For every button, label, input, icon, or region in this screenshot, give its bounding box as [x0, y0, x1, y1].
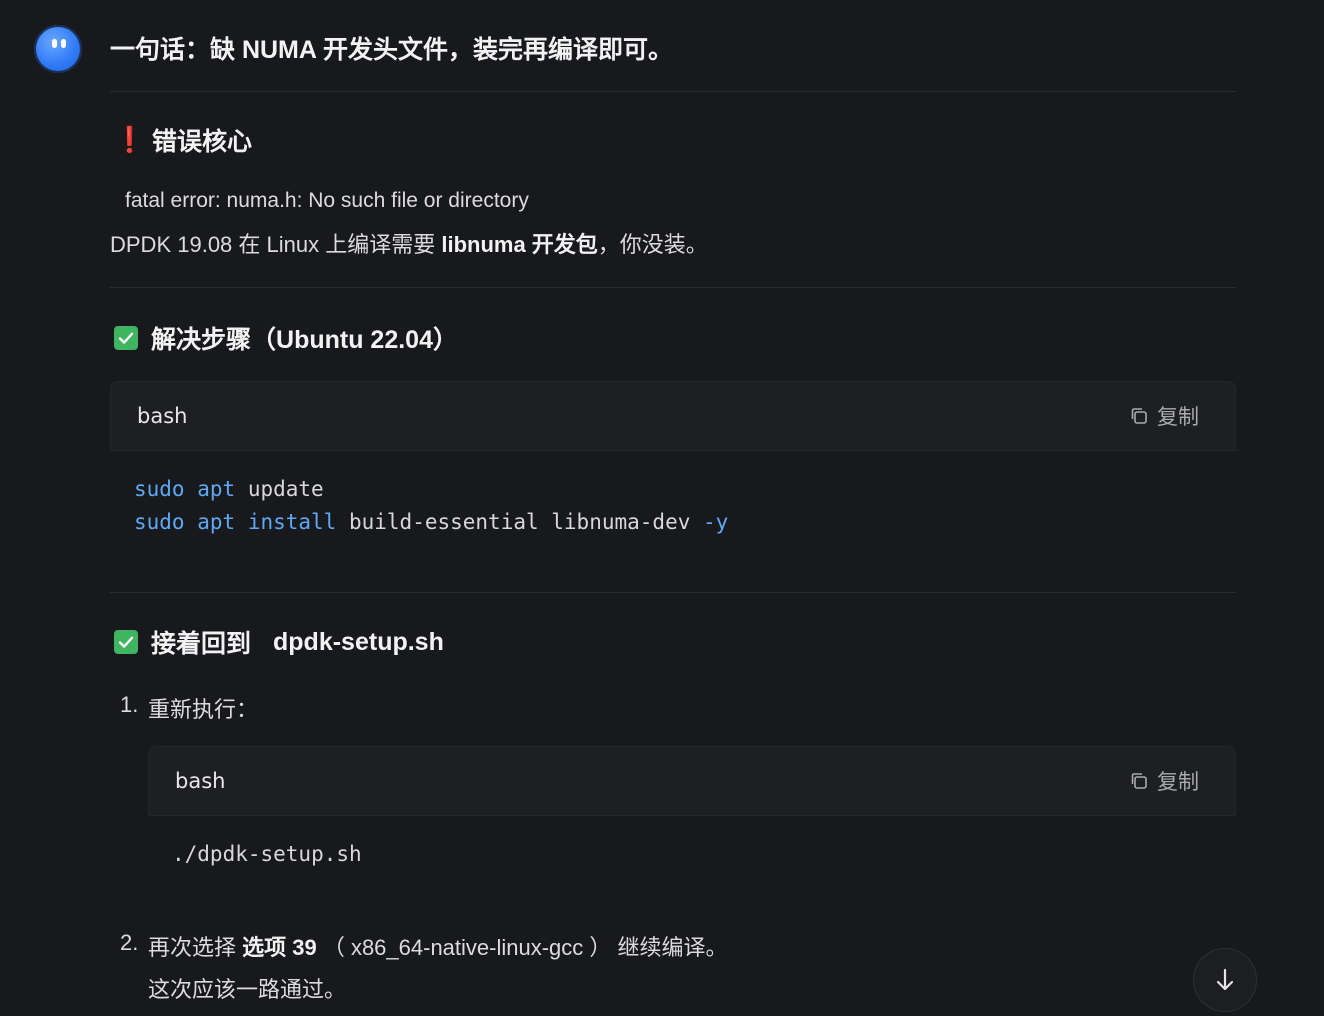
- copy-label: 复制: [1157, 406, 1199, 429]
- next-section-label: 接着回到: [151, 630, 252, 658]
- code-token: -y: [703, 510, 729, 534]
- check-icon: [114, 630, 138, 654]
- code-line: sudo apt update: [134, 473, 1212, 506]
- assistant-avatar: [34, 25, 82, 73]
- steps-section-label: 解决步骤: [151, 326, 252, 354]
- message-headline: 一句话：缺 NUMA 开发头文件，装完再编译即可。: [110, 36, 673, 64]
- divider: [110, 592, 1236, 593]
- list-number: 2.: [120, 930, 139, 955]
- item2-bold: 选项 39: [242, 935, 317, 960]
- code-token: sudo: [134, 510, 185, 534]
- error-message: fatal error: numa.h: No such file or dir…: [125, 189, 529, 212]
- code-block: bash 复制 ./dpdk-setup.sh: [148, 746, 1236, 906]
- code-language-label: bash: [137, 404, 188, 428]
- item2-mid: （ x86_64-native-linux-gcc ） 继续编译。: [316, 935, 728, 960]
- code-block-header: bash 复制: [148, 746, 1236, 816]
- code-token: apt: [197, 477, 236, 501]
- next-section-script: dpdk-setup.sh: [273, 627, 444, 656]
- code-token: update: [235, 477, 324, 501]
- code-token: sudo: [134, 477, 185, 501]
- explain-bold: libnuma 开发包: [441, 232, 598, 257]
- check-icon: [114, 326, 138, 350]
- list-item-text-line2: 这次应该一路通过。: [148, 977, 347, 1002]
- avatar-eye-right: [61, 39, 66, 48]
- copy-button[interactable]: 复制: [1129, 766, 1199, 796]
- code-language-label: bash: [175, 769, 226, 793]
- code-body[interactable]: sudo apt update sudo apt install build-es…: [110, 451, 1236, 561]
- explain-prefix: DPDK 19.08 在 Linux 上编译需要: [110, 232, 442, 257]
- avatar-eye-left: [52, 39, 57, 48]
- exclamation-icon: ❗: [114, 125, 146, 154]
- explain-suffix: ，你没装。: [597, 232, 708, 257]
- copy-icon: [1131, 408, 1147, 424]
- list-item-text: 再次选择 选项 39 （ x86_64-native-linux-gcc ） 继…: [148, 930, 728, 962]
- arrow-down-icon: [1216, 968, 1234, 991]
- next-section-title: 接着回到 dpdk-setup.sh: [114, 624, 444, 660]
- list-item-text: 重新执行：: [148, 697, 259, 722]
- code-block-header: bash 复制: [110, 381, 1236, 451]
- divider: [110, 287, 1236, 288]
- code-token: install: [247, 510, 337, 534]
- copy-icon: [1131, 773, 1147, 789]
- code-block: bash 复制 sudo apt update sudo apt install …: [110, 381, 1236, 571]
- list-number: 1.: [120, 692, 139, 717]
- code-token: build-essential libnuma-dev: [336, 510, 703, 534]
- code-line: ./dpdk-setup.sh: [172, 842, 362, 866]
- error-section-title: ❗ 错误核心: [114, 122, 252, 158]
- divider: [110, 91, 1236, 92]
- error-explanation: DPDK 19.08 在 Linux 上编译需要 libnuma 开发包，你没装…: [110, 227, 708, 259]
- scroll-to-bottom-button[interactable]: [1193, 948, 1257, 1012]
- steps-section-suffix: （Ubuntu 22.04）: [251, 326, 458, 354]
- copy-button[interactable]: 复制: [1129, 401, 1199, 431]
- copy-label: 复制: [1157, 771, 1199, 794]
- code-token: apt: [197, 510, 236, 534]
- error-section-label: 错误核心: [152, 128, 253, 156]
- code-body[interactable]: ./dpdk-setup.sh: [148, 816, 1236, 893]
- steps-section-title: 解决步骤 （Ubuntu 22.04）: [114, 320, 458, 356]
- item2-prefix: 再次选择: [148, 935, 243, 960]
- code-line: sudo apt install build-essential libnuma…: [134, 506, 1212, 539]
